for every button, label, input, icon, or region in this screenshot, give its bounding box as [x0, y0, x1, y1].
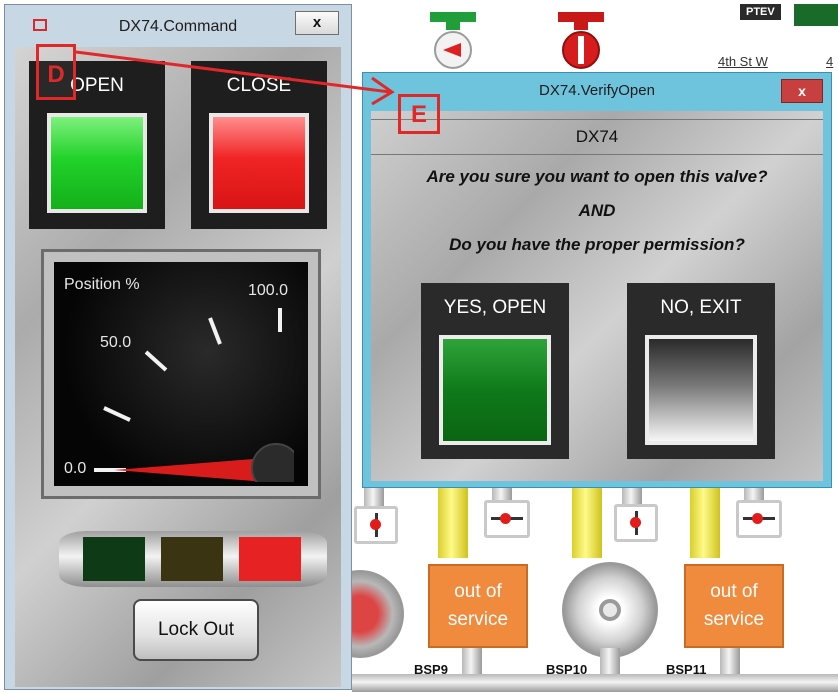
no-exit-label: NO, EXIT — [660, 297, 742, 318]
status-segment-olive — [161, 537, 223, 581]
out-of-service-block: out of service — [428, 564, 528, 648]
oos-line1: out of — [454, 581, 502, 602]
oos-line1: out of — [710, 581, 758, 602]
yellow-pipe — [690, 488, 720, 558]
gauge-dial — [94, 308, 294, 482]
yes-open-face[interactable] — [439, 335, 551, 445]
annotation-marker-e: E — [398, 94, 440, 134]
pump-icon[interactable] — [562, 562, 658, 658]
verify-body: DX74 Are you sure you want to open this … — [371, 111, 823, 481]
yellow-pipe — [572, 488, 602, 558]
valve-icon[interactable] — [736, 500, 782, 538]
yes-open-button[interactable]: YES, OPEN — [421, 283, 569, 459]
valve-icon[interactable] — [614, 504, 658, 542]
command-window: DX74.Command x OPEN CLOSE Position % 100… — [4, 4, 352, 690]
gauge-tick-mark — [103, 406, 131, 422]
lock-out-button[interactable]: Lock Out — [133, 599, 259, 661]
gauge-tick-mark — [144, 350, 168, 372]
street-label: 4th St W — [718, 54, 768, 69]
yes-open-label: YES, OPEN — [443, 297, 547, 318]
bsp9-label: BSP9 — [414, 662, 448, 677]
no-exit-face[interactable] — [645, 335, 757, 445]
no-exit-button[interactable]: NO, EXIT — [627, 283, 775, 459]
valve-icon[interactable] — [484, 500, 530, 538]
status-segment-dark-green — [83, 537, 145, 581]
command-body: OPEN CLOSE Position % 100.0 50.0 0.0 Loc… — [15, 47, 341, 687]
annotation-marker-d: D — [36, 44, 76, 100]
oos-line2: service — [703, 609, 765, 630]
question-line-2: AND — [578, 201, 616, 220]
gauge-needle — [114, 458, 266, 482]
valve-icon[interactable] — [354, 506, 398, 544]
close-label: CLOSE — [226, 75, 292, 96]
oos-line2: service — [447, 609, 509, 630]
top-valve-green-icon[interactable] — [428, 10, 478, 72]
gauge-hub — [251, 443, 294, 482]
out-of-service-block: out of service — [684, 564, 784, 648]
bsp11-label: BSP11 — [666, 662, 707, 677]
verify-close-button[interactable]: x — [781, 79, 823, 103]
gauge-tick-mark — [208, 317, 222, 345]
bsp10-label: BSP10 — [546, 662, 588, 677]
status-segment-red — [239, 537, 301, 581]
command-titlebar[interactable]: DX74.Command x — [5, 5, 351, 47]
question-line-3: Do you have the proper permission? — [449, 235, 745, 254]
close-command-button[interactable]: CLOSE — [191, 61, 327, 229]
top-valve-red-icon[interactable] — [556, 10, 606, 72]
top-indicator-green — [794, 4, 838, 26]
close-button-face[interactable] — [209, 113, 309, 213]
street-label-cut: 4 — [826, 54, 834, 69]
status-indicator-bar — [59, 531, 327, 587]
open-button-face[interactable] — [47, 113, 147, 213]
verify-open-dialog: DX74.VerifyOpen x DX74 Are you sure you … — [362, 72, 832, 488]
position-gauge: Position % 100.0 50.0 0.0 — [41, 249, 321, 499]
close-button[interactable]: x — [295, 11, 339, 35]
question-line-1: Are you sure you want to open this valve… — [426, 167, 768, 186]
gauge-face: Position % 100.0 50.0 0.0 — [54, 262, 308, 486]
yellow-pipe — [438, 488, 468, 558]
top-indicator: PTEV — [740, 4, 781, 20]
